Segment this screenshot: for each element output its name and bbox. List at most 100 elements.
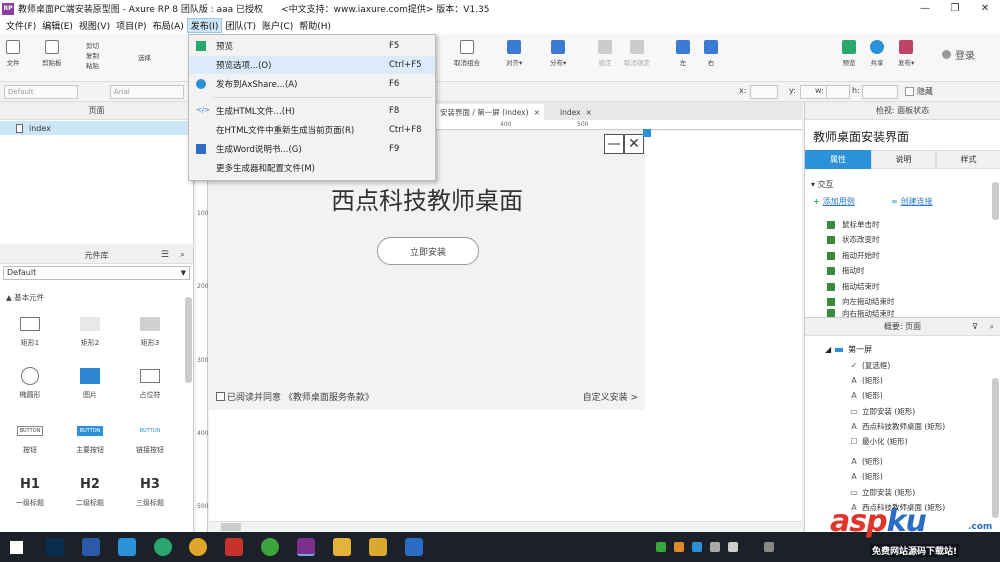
distribute-button[interactable]: 分布▾	[550, 40, 566, 67]
tab-index[interactable]: index ×	[556, 104, 596, 120]
event-item[interactable]: 拖动时	[827, 265, 865, 276]
qq-icon[interactable]	[118, 538, 136, 556]
close-tab-icon[interactable]: ×	[586, 108, 592, 117]
select-button[interactable]: 选择	[138, 52, 151, 62]
outline-item[interactable]: ▭ 立即安装 (矩形)	[849, 487, 915, 498]
clipboard-button[interactable]: 剪贴板	[42, 40, 62, 67]
bluetooth-icon[interactable]	[764, 542, 774, 552]
order-left-button[interactable]: 左	[676, 40, 690, 67]
wechat-tray-icon[interactable]	[656, 542, 666, 552]
library-select[interactable]: Default ▼	[3, 266, 190, 280]
notes-icon[interactable]	[369, 538, 387, 556]
close-window-button[interactable]: ✕	[970, 0, 1000, 17]
axure-taskbar-icon[interactable]	[297, 538, 315, 556]
outline-root-item[interactable]: ◢ 第一屏	[825, 344, 872, 355]
widget-link-button[interactable]: BUTTON 链接按钮	[125, 423, 175, 455]
browser-360-icon[interactable]	[261, 538, 279, 556]
menu-layout[interactable]: 布局(A)	[150, 18, 187, 33]
close-tab-icon[interactable]: ×	[534, 108, 540, 117]
order-right-button[interactable]: 右	[704, 40, 718, 67]
widget-rect1[interactable]: 矩形1	[5, 316, 55, 348]
minimize-window-button[interactable]: —	[910, 0, 940, 17]
menu-item-generate-html[interactable]: </> 生成HTML文件...(H) F8	[189, 102, 435, 120]
widget-primary-button[interactable]: BUTTON 主要按钮	[65, 423, 115, 455]
inspector-scrollbar[interactable]	[992, 182, 999, 220]
outline-item[interactable]: ▭ 立即安装 (矩形)	[849, 406, 915, 417]
folder-icon[interactable]	[333, 538, 351, 556]
shield-icon[interactable]	[710, 542, 720, 552]
windows-start-icon[interactable]	[10, 541, 23, 554]
outline-item[interactable]: A (矩形)	[849, 456, 883, 467]
tab-install-first-screen[interactable]: 安装界面 / 第一屏 (index) ×	[436, 104, 544, 120]
widget-ellipse[interactable]: 椭圆形	[5, 367, 55, 400]
agree-terms[interactable]: 已阅读并同意 《教师桌面服务条款》	[216, 390, 374, 403]
align-button[interactable]: 对齐▾	[506, 40, 522, 67]
outline-item[interactable]: ✓ (复选框)	[849, 360, 891, 371]
tray-app-icon[interactable]	[674, 542, 684, 552]
event-item[interactable]: 拖动结束时	[827, 281, 880, 292]
widget-button[interactable]: BUTTON 按钮	[5, 423, 55, 455]
installer-title[interactable]: 西点科技教师桌面	[209, 181, 645, 216]
menu-item-publish-axshare[interactable]: 发布到AxShare...(A) F6	[189, 75, 435, 93]
menu-item-more-generators[interactable]: 更多生成器和配置文件(M)	[189, 159, 435, 177]
chrome-icon[interactable]	[189, 538, 207, 556]
event-item[interactable]: 拖动开始时	[827, 250, 880, 261]
menu-edit[interactable]: 编辑(E)	[39, 18, 76, 33]
wechat-icon[interactable]	[154, 538, 172, 556]
preview-button[interactable]: 预览	[842, 40, 856, 67]
tray-app-icon[interactable]	[692, 542, 702, 552]
h-input[interactable]	[862, 85, 898, 99]
menu-file[interactable]: 文件(F)	[3, 18, 39, 33]
event-item[interactable]: 状态改变时	[827, 234, 880, 245]
restore-window-button[interactable]: ❐	[940, 0, 970, 17]
create-link-link[interactable]: ∞ 创建连接	[891, 196, 933, 207]
outline-item[interactable]: A (矩形)	[849, 375, 883, 386]
add-case-link[interactable]: + 添加用例	[813, 196, 855, 207]
event-item[interactable]: 向左拖动结束时	[827, 296, 895, 307]
tab-notes[interactable]: 说明	[871, 150, 936, 169]
filter-icon[interactable]: ⊽	[972, 322, 978, 331]
photoshop-icon[interactable]	[46, 538, 64, 556]
share-button[interactable]: 共享	[870, 40, 884, 67]
menu-item-preview[interactable]: 预览 F5	[189, 37, 435, 55]
page-item-index[interactable]: index	[0, 121, 194, 135]
xmind-icon[interactable]	[225, 538, 243, 556]
widget-h2[interactable]: H2 二级标题	[65, 476, 115, 508]
unlock-button[interactable]: 取消锁定	[624, 40, 650, 67]
font-select[interactable]: Arial	[110, 85, 184, 99]
menu-item-generate-word[interactable]: 生成Word说明书...(G) F9	[189, 140, 435, 158]
event-item[interactable]: 向右拖动结束时	[827, 309, 895, 317]
minimize-icon[interactable]: —	[604, 134, 624, 154]
agree-checkbox[interactable]	[216, 392, 225, 401]
outline-scrollbar[interactable]	[992, 378, 999, 518]
style-select[interactable]: Default	[4, 85, 78, 99]
widget-placeholder[interactable]: 占位符	[125, 368, 175, 400]
menu-item-regenerate-page[interactable]: 在HTML文件中重新生成当前页面(R) Ctrl+F8	[189, 121, 435, 139]
widget-image[interactable]: 图片	[65, 368, 115, 400]
menu-team[interactable]: 团队(T)	[222, 18, 259, 33]
menu-help[interactable]: 帮助(H)	[296, 18, 334, 33]
scroll-thumb[interactable]	[221, 523, 241, 531]
menu-project[interactable]: 项目(P)	[113, 18, 149, 33]
library-menu-icon[interactable]: ☰	[161, 250, 169, 260]
outline-item[interactable]: A (矩形)	[849, 471, 883, 482]
menu-view[interactable]: 视图(V)	[76, 18, 113, 33]
menu-item-preview-options[interactable]: 预览选项...(O) Ctrl+F5	[189, 56, 435, 74]
interaction-section[interactable]: ▾ 交互	[811, 179, 834, 190]
widget-h1[interactable]: H1 一级标题	[5, 476, 55, 508]
library-scrollbar[interactable]	[185, 297, 192, 383]
tab-style[interactable]: 样式	[936, 150, 1000, 169]
lock-button[interactable]: 锁定	[598, 40, 612, 67]
close-icon[interactable]: ✕	[624, 134, 644, 154]
outline-item[interactable]: A (矩形)	[849, 390, 883, 401]
hidden-checkbox[interactable]	[905, 87, 914, 96]
custom-install-link[interactable]: 自定义安装 >	[583, 390, 638, 403]
cloud-tray-icon[interactable]	[728, 542, 738, 552]
tab-properties[interactable]: 属性	[805, 150, 871, 169]
widget-rect3[interactable]: 矩形3	[125, 316, 175, 348]
outline-item[interactable]: ☐ 最小化 (矩形)	[849, 436, 907, 447]
ungroup-button[interactable]: 取消组合	[454, 40, 480, 67]
visio-icon[interactable]	[82, 538, 100, 556]
login-button[interactable]: 登录	[942, 47, 975, 62]
widget-rect2[interactable]: 矩形2	[65, 316, 115, 348]
